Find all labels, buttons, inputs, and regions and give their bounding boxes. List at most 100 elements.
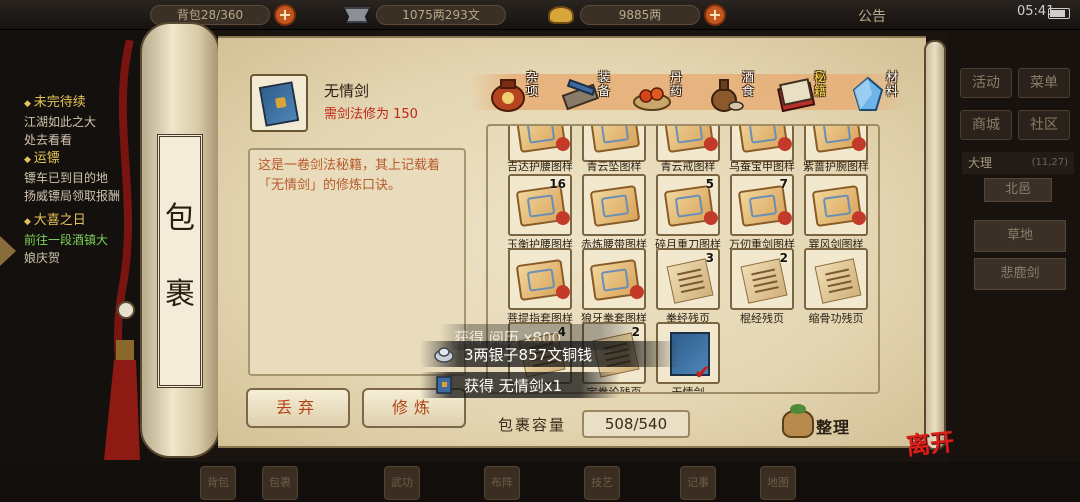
selected-item-requirement: 需剑法修为 150 xyxy=(324,107,418,122)
torn-page-icon xyxy=(666,258,714,304)
shop-button[interactable]: 商城 xyxy=(960,110,1012,140)
pattern-scroll-icon xyxy=(811,184,863,228)
item-slot[interactable] xyxy=(582,174,646,236)
map-node[interactable]: 北邑 xyxy=(984,178,1052,202)
panel-title-char: 包 xyxy=(165,201,195,236)
item-name: 青云坠图样 xyxy=(586,160,642,173)
quest-3[interactable]: 大喜之日 前往一段酒镇大 娘庆贺 xyxy=(24,212,108,267)
quest-title: 大喜之日 xyxy=(24,212,108,231)
tassel-ribbon-icon xyxy=(104,40,140,460)
reward-toast-item: 获得 无情剑x1 xyxy=(420,372,620,398)
nav-item[interactable]: 武功 xyxy=(384,466,420,500)
silver-display: 9885两 + xyxy=(548,4,726,26)
panel-title-char: 裹 xyxy=(165,277,195,312)
anvil-icon xyxy=(344,7,370,23)
map-node[interactable]: 草地 xyxy=(974,220,1066,252)
tab-equipment[interactable]: 装备 xyxy=(550,70,620,116)
bag-icon xyxy=(782,404,814,438)
reward-toast-silver: 3两银子857文铜钱 xyxy=(420,341,680,367)
item-name: 棍经残页 xyxy=(740,312,784,325)
activity-button[interactable]: 活动 xyxy=(960,68,1012,98)
pattern-scroll-icon xyxy=(737,126,789,154)
pattern-scroll-icon xyxy=(589,258,641,302)
equipment-icon xyxy=(561,78,600,111)
nav-item[interactable]: 背包 xyxy=(200,466,236,500)
capacity-value: 508/540 xyxy=(582,410,690,438)
tab-label: 酒食 xyxy=(742,70,755,98)
item-slot[interactable] xyxy=(730,126,794,162)
item-slot[interactable]: 16 xyxy=(508,174,572,236)
item-slot[interactable] xyxy=(804,174,868,236)
tab-materials[interactable]: 材料 xyxy=(838,70,908,116)
tab-misc[interactable]: 杂项 xyxy=(478,70,548,116)
crystal-icon xyxy=(852,76,884,111)
drop-button[interactable]: 丢弃 xyxy=(246,388,350,428)
item-slot[interactable] xyxy=(804,126,868,162)
quest-line: 前往一段酒镇大 xyxy=(24,233,109,247)
tab-label: 装备 xyxy=(598,70,611,98)
location-display: (11,27) 大理 xyxy=(962,152,1074,174)
menu-button[interactable]: 菜单 xyxy=(1018,68,1070,98)
pattern-scroll-icon xyxy=(515,258,567,302)
nav-item[interactable]: 布阵 xyxy=(484,466,520,500)
item-name: 乌蚕宝甲图样 xyxy=(729,160,795,173)
item-slot[interactable] xyxy=(804,248,868,310)
jar-icon xyxy=(491,79,525,112)
quest-title: 未完待续 xyxy=(24,94,96,113)
scroll-roller-right xyxy=(924,40,946,450)
nav-item[interactable]: 记事 xyxy=(680,466,716,500)
silver-ingot-icon xyxy=(434,347,454,363)
tab-pills[interactable]: 丹药 xyxy=(622,70,692,116)
item-slot[interactable]: 5 xyxy=(656,174,720,236)
tab-label: 材料 xyxy=(886,70,899,98)
item-count: 3 xyxy=(705,251,714,265)
sort-button[interactable]: 整理 xyxy=(782,404,862,442)
tab-label: 丹药 xyxy=(670,70,683,98)
tab-manuals[interactable]: 秘籍 xyxy=(766,70,836,116)
item-count: 2 xyxy=(779,251,788,265)
capacity-label: 包裹容量 xyxy=(498,416,567,434)
item-slot[interactable] xyxy=(582,126,646,162)
manual-icon xyxy=(777,78,816,112)
torn-page-icon xyxy=(740,258,788,304)
selected-item-icon xyxy=(250,74,308,132)
community-button[interactable]: 社区 xyxy=(1018,110,1070,140)
leave-button[interactable]: 离开 xyxy=(904,422,956,462)
gold-ingot-icon xyxy=(548,6,574,24)
wine-icon xyxy=(711,79,744,112)
add-silver-button[interactable]: + xyxy=(704,4,726,26)
item-slot[interactable]: 2 xyxy=(730,248,794,310)
map-node[interactable]: 悲鹿剑 xyxy=(974,258,1066,290)
item-slot[interactable] xyxy=(656,126,720,162)
quest-1[interactable]: 未完待续 江湖如此之大 处去看看 xyxy=(24,94,96,149)
tab-label: 杂项 xyxy=(526,70,539,98)
nav-item[interactable]: 技艺 xyxy=(584,466,620,500)
checkmark-icon: ✔ xyxy=(694,360,711,384)
item-slot[interactable] xyxy=(508,126,572,162)
pattern-scroll-icon xyxy=(515,184,567,228)
item-count: 5 xyxy=(705,177,714,191)
item-slot[interactable]: 3 xyxy=(656,248,720,310)
notice-button[interactable]: 公告 xyxy=(858,6,886,26)
pattern-scroll-icon xyxy=(811,126,863,154)
reward-text: 获得 无情剑x1 xyxy=(464,376,563,395)
item-name: 无情剑 xyxy=(671,386,705,394)
item-slot[interactable] xyxy=(582,248,646,310)
item-description: 这是一卷剑法秘籍，其上记载着「无情剑」的修炼口诀。 xyxy=(258,158,441,193)
pattern-scroll-icon xyxy=(589,126,641,154)
quest-line: 江湖如此之大 xyxy=(24,115,97,129)
nav-item[interactable]: 包裹 xyxy=(262,466,298,500)
bottom-nav xyxy=(0,462,1080,502)
nav-item[interactable]: 地图 xyxy=(760,466,796,500)
item-slot[interactable] xyxy=(508,248,572,310)
item-name: 吉达护腰图样 xyxy=(507,160,573,173)
pattern-scroll-icon xyxy=(589,184,641,228)
item-name: 青云戒图样 xyxy=(660,160,716,173)
add-bag-button[interactable]: + xyxy=(274,4,296,26)
item-count: 7 xyxy=(779,177,788,191)
quest-line: 娘庆贺 xyxy=(24,251,61,265)
tab-label: 秘籍 xyxy=(814,70,827,98)
tab-food[interactable]: 酒食 xyxy=(694,70,764,116)
item-slot[interactable]: 7 xyxy=(730,174,794,236)
manual-book-icon xyxy=(436,376,452,394)
